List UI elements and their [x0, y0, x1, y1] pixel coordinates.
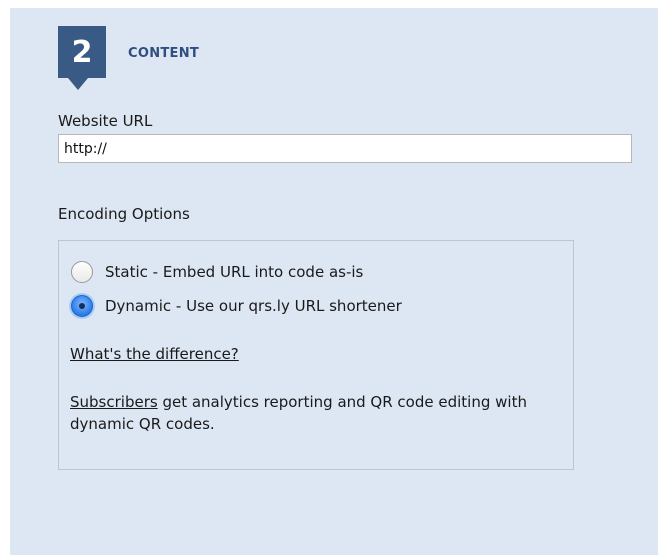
encoding-options-box: Static - Embed URL into code as-is Dynam…	[58, 240, 574, 470]
static-radio-button[interactable]	[71, 261, 93, 283]
static-option-label: Static - Embed URL into code as-is	[105, 263, 364, 281]
section-title: CONTENT	[128, 46, 200, 61]
step-number: 2	[71, 34, 93, 70]
static-option[interactable]: Static - Embed URL into code as-is	[71, 261, 363, 283]
content-panel: 2 CONTENT Website URL Encoding Options S…	[10, 8, 658, 555]
dynamic-option[interactable]: Dynamic - Use our qrs.ly URL shortener	[71, 295, 402, 317]
whats-the-difference-link[interactable]: What's the difference?	[70, 345, 239, 363]
encoding-options-heading: Encoding Options	[58, 205, 190, 223]
subscribers-info: Subscribers get analytics reporting and …	[70, 391, 530, 435]
dynamic-option-label: Dynamic - Use our qrs.ly URL shortener	[105, 297, 402, 315]
website-url-input[interactable]	[58, 134, 632, 163]
website-url-label: Website URL	[58, 112, 153, 130]
dynamic-radio-button[interactable]	[71, 295, 93, 317]
step-number-badge: 2	[58, 26, 106, 90]
subscribers-link[interactable]: Subscribers	[70, 393, 158, 411]
